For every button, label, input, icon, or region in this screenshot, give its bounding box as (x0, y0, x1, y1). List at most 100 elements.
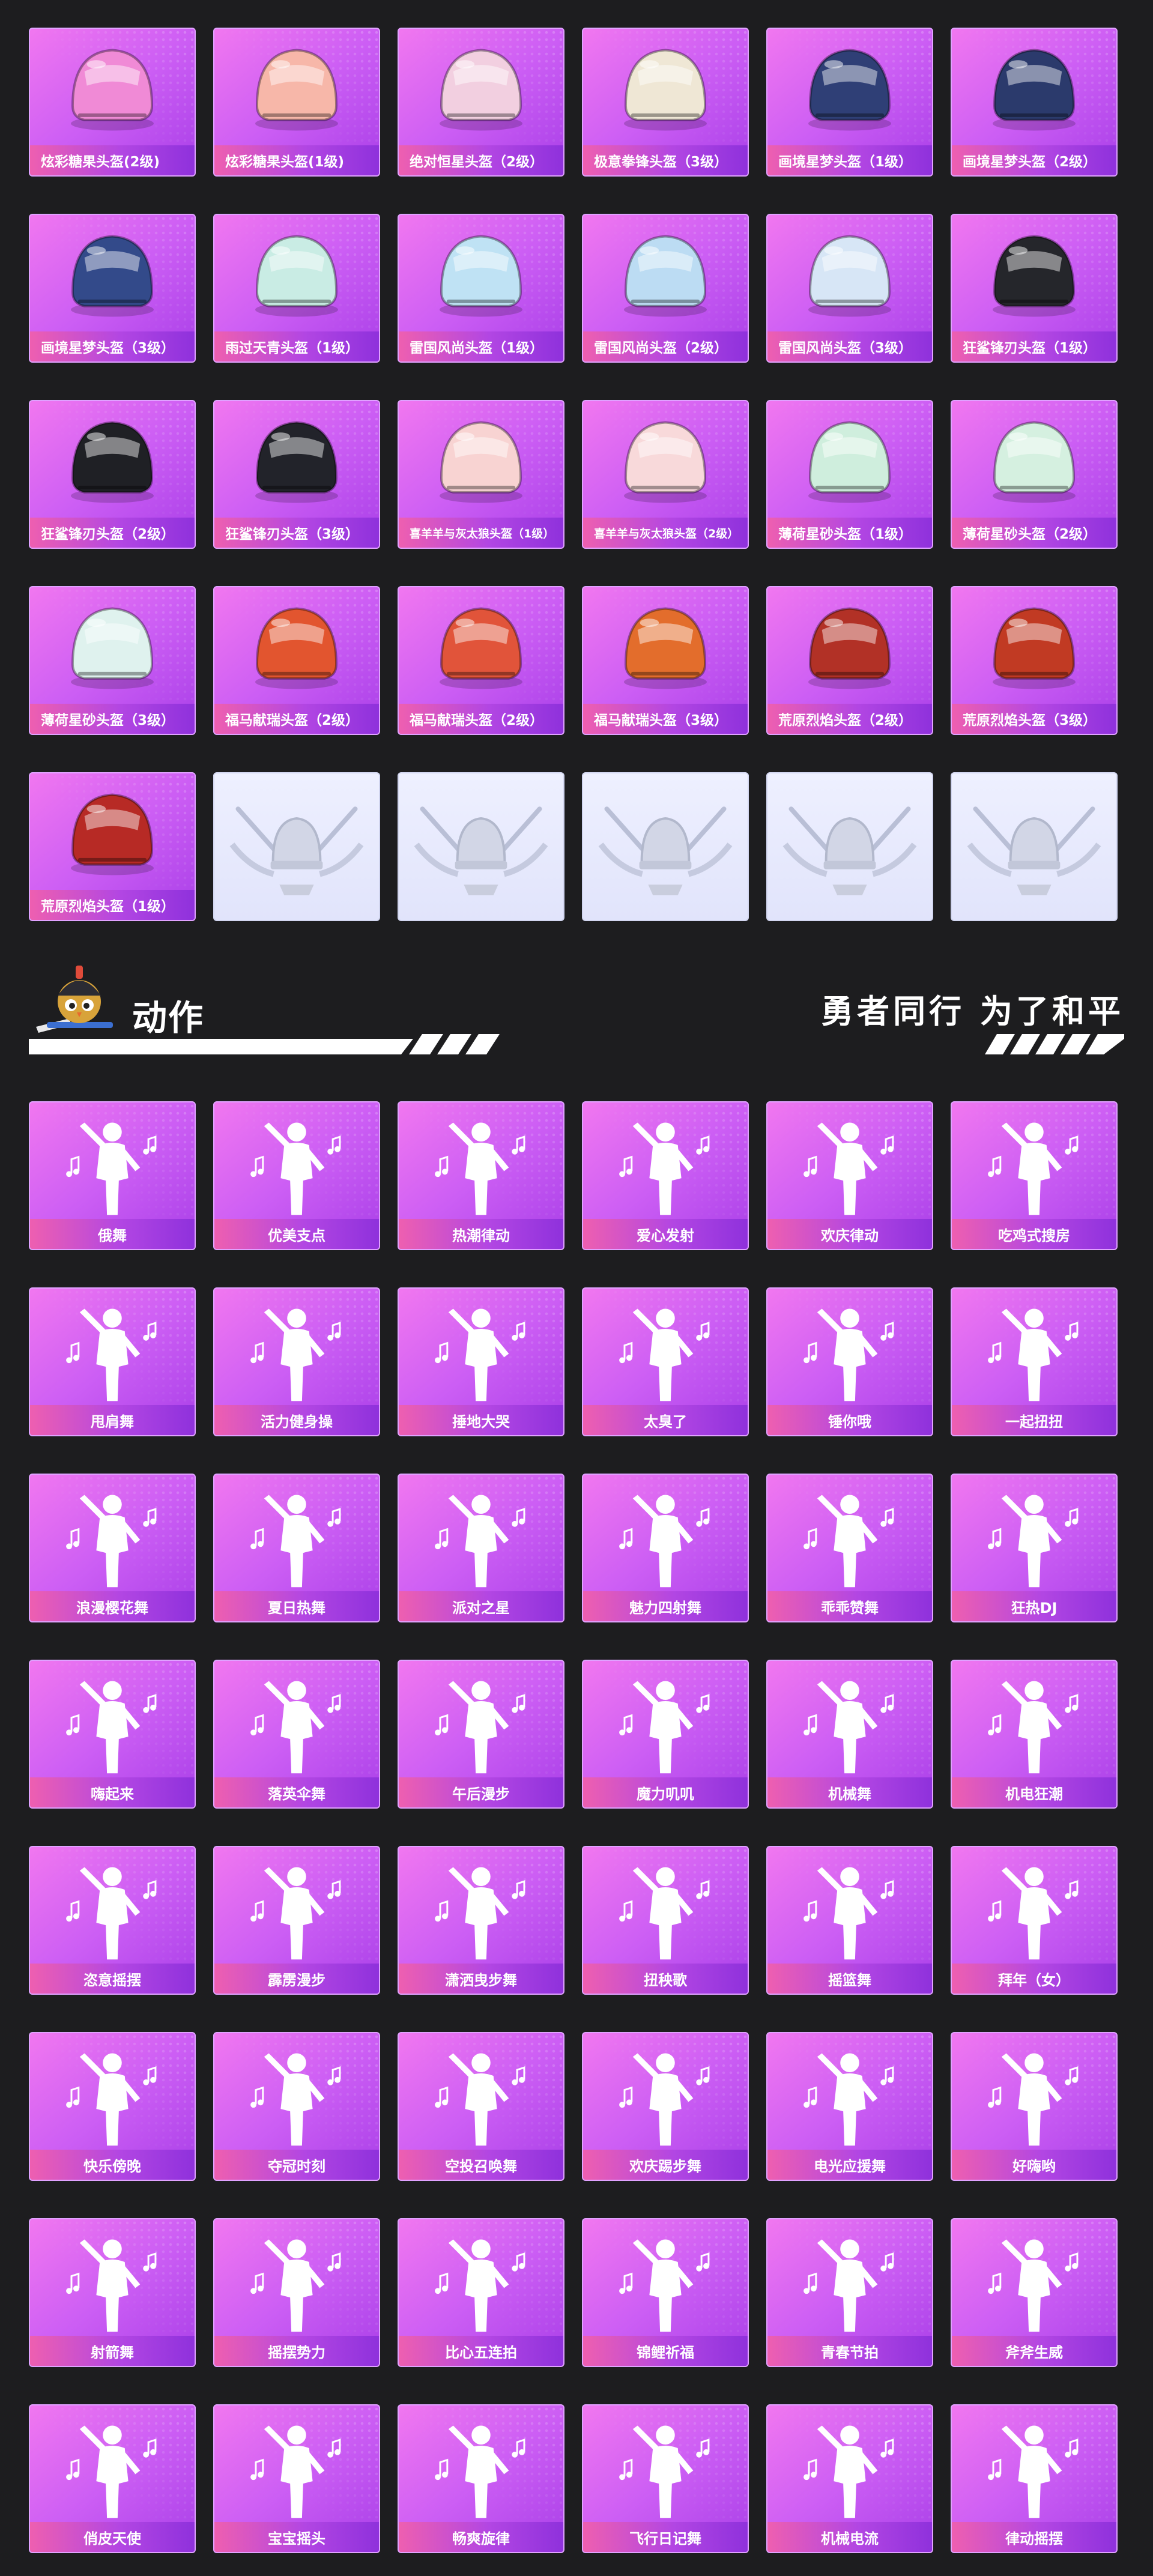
helmet-icon (71, 421, 154, 503)
emote-card[interactable]: 扭秧歌 (582, 1846, 749, 1995)
helmet-card[interactable]: 荒原烈焰头盔（1级） (29, 772, 196, 921)
helmet-icon (808, 607, 891, 689)
emote-card[interactable]: 电光应援舞 (766, 2032, 933, 2181)
emote-card[interactable]: 机电狂潮 (951, 1660, 1118, 1809)
helmet-icon (440, 235, 522, 317)
emote-card[interactable]: 浪漫樱花舞 (29, 1474, 196, 1622)
helmet-card-label: 雷国风尚头盔（3级） (767, 331, 932, 361)
helmet-card[interactable]: 福马献瑞头盔（3级） (582, 586, 749, 735)
emote-card[interactable]: 机械电流 (766, 2404, 933, 2553)
emote-card[interactable]: 落英伞舞 (213, 1660, 380, 1809)
helmet-card[interactable]: 雷国风尚头盔（2级） (582, 214, 749, 363)
helmet-card[interactable]: 狂鲨锋刃头盔（2级） (29, 400, 196, 549)
emote-card[interactable]: 锤你哦 (766, 1287, 933, 1436)
helmet-card[interactable]: 雷国风尚头盔（1级） (398, 214, 564, 363)
helmet-card[interactable]: 画境星梦头盔（1级） (766, 28, 933, 177)
emote-card[interactable]: 午后漫步 (398, 1660, 564, 1809)
emote-card[interactable]: 一起扭扭 (951, 1287, 1118, 1436)
emote-card[interactable]: 律动摇摆 (951, 2404, 1118, 2553)
emote-card[interactable]: 嗨起来 (29, 1660, 196, 1809)
helmet-icon (71, 235, 154, 317)
emote-card[interactable]: 锦鲤祈福 (582, 2218, 749, 2367)
emote-card[interactable]: 魅力四射舞 (582, 1474, 749, 1622)
emote-card[interactable]: 甩肩舞 (29, 1287, 196, 1436)
helmet-card-label: 画境星梦头盔（2级） (952, 145, 1116, 175)
emote-card[interactable]: 派对之星 (398, 1474, 564, 1622)
helmet-card[interactable]: 炫彩糖果头盔(1级) (213, 28, 380, 177)
emote-card[interactable]: 乖乖赞舞 (766, 1474, 933, 1622)
dancer-silhouette-icon (619, 1681, 710, 1774)
emote-card[interactable]: 俏皮天使 (29, 2404, 196, 2553)
dancer-silhouette-icon (803, 1681, 894, 1774)
emote-card[interactable]: 欢庆律动 (766, 1101, 933, 1250)
helmet-card-label: 画境星梦头盔（1级） (767, 145, 932, 175)
helmet-card[interactable]: 画境星梦头盔（2级） (951, 28, 1118, 177)
emote-card[interactable]: 摇摆势力 (213, 2218, 380, 2367)
helmet-card[interactable]: 狂鲨锋刃头盔（3级） (213, 400, 380, 549)
emote-card[interactable]: 捶地大哭 (398, 1287, 564, 1436)
emote-card[interactable]: 恣意摇摆 (29, 1846, 196, 1995)
slogan: 勇者同行 为了和平 (821, 993, 1124, 1030)
helmet-card[interactable]: 喜羊羊与灰太狼头盔（2级） (582, 400, 749, 549)
dancer-silhouette-icon (435, 1495, 525, 1588)
emote-card[interactable]: 空投召唤舞 (398, 2032, 564, 2181)
emote-card[interactable]: 吃鸡式搜房 (951, 1101, 1118, 1250)
helmet-card[interactable]: 狂鲨锋刃头盔（1级） (951, 214, 1118, 363)
helmet-card[interactable]: 福马献瑞头盔（2级） (398, 586, 564, 735)
emote-card[interactable]: 霹雳漫步 (213, 1846, 380, 1995)
emote-card-label: 摇篮舞 (767, 1964, 932, 1994)
emote-card[interactable]: 夏日热舞 (213, 1474, 380, 1622)
helmet-card-label: 荒原烈焰头盔（3级） (952, 704, 1116, 734)
emote-card-label: 霹雳漫步 (214, 1964, 379, 1994)
helmet-card[interactable]: 喜羊羊与灰太狼头盔（1级） (398, 400, 564, 549)
emote-card[interactable]: 夺冠时刻 (213, 2032, 380, 2181)
helmet-card[interactable]: 荒原烈焰头盔（3级） (951, 586, 1118, 735)
emote-card[interactable]: 机械舞 (766, 1660, 933, 1809)
emote-card-label: 快乐傍晚 (30, 2150, 195, 2180)
emote-card-label: 射箭舞 (30, 2336, 195, 2366)
helmet-card[interactable]: 画境星梦头盔（3级） (29, 214, 196, 363)
helmet-card[interactable]: 福马献瑞头盔（2级） (213, 586, 380, 735)
emote-card[interactable]: 拜年（女） (951, 1846, 1118, 1995)
helmet-card-label: 雷国风尚头盔（2级） (583, 331, 748, 361)
helmet-card[interactable]: 绝对恒星头盔（2级） (398, 28, 564, 177)
emote-card[interactable]: 活力健身操 (213, 1287, 380, 1436)
emote-card[interactable]: 宝宝摇头 (213, 2404, 380, 2553)
emote-card[interactable]: 魔力叽叽 (582, 1660, 749, 1809)
helmet-card[interactable]: 雨过天青头盔（1级） (213, 214, 380, 363)
emote-card[interactable]: 斧斧生威 (951, 2218, 1118, 2367)
helmet-card-label: 薄荷星砂头盔（1级） (767, 518, 932, 548)
helmet-card[interactable]: 极意拳锋头盔（3级） (582, 28, 749, 177)
emote-card-label: 空投召唤舞 (399, 2150, 563, 2180)
emote-card[interactable]: 飞行日记舞 (582, 2404, 749, 2553)
helmet-card-label: 荒原烈焰头盔（2级） (767, 704, 932, 734)
dancer-silhouette-icon (803, 1867, 894, 1960)
emote-card[interactable]: 俄舞 (29, 1101, 196, 1250)
emote-card[interactable]: 太臭了 (582, 1287, 749, 1436)
emote-card[interactable]: 摇篮舞 (766, 1846, 933, 1995)
emote-card[interactable]: 比心五连拍 (398, 2218, 564, 2367)
helmet-card[interactable]: 薄荷星砂头盔（1级） (766, 400, 933, 549)
emote-card-label: 欢庆踢步舞 (583, 2150, 748, 2180)
emote-card[interactable]: 畅爽旋律 (398, 2404, 564, 2553)
helmet-card[interactable]: 荒原烈焰头盔（2级） (766, 586, 933, 735)
helmet-card-label: 绝对恒星头盔（2级） (399, 145, 563, 175)
helmet-card[interactable]: 薄荷星砂头盔（3级） (29, 586, 196, 735)
helmet-emblem-icon (782, 806, 917, 896)
helmet-card[interactable]: 雷国风尚头盔（3级） (766, 214, 933, 363)
dancer-silhouette-icon (435, 2239, 525, 2332)
helmet-card[interactable]: 炫彩糖果头盔(2级) (29, 28, 196, 177)
emote-card[interactable]: 好嗨哟 (951, 2032, 1118, 2181)
emote-card[interactable]: 热潮律动 (398, 1101, 564, 1250)
helmet-card-label: 炫彩糖果头盔(2级) (30, 145, 195, 175)
emote-card[interactable]: 快乐傍晚 (29, 2032, 196, 2181)
emote-card[interactable]: 潇洒曳步舞 (398, 1846, 564, 1995)
emote-card[interactable]: 优美支点 (213, 1101, 380, 1250)
helmet-card-label: 雷国风尚头盔（1级） (399, 331, 563, 361)
emote-card[interactable]: 射箭舞 (29, 2218, 196, 2367)
emote-card[interactable]: 爱心发射 (582, 1101, 749, 1250)
emote-card[interactable]: 青春节拍 (766, 2218, 933, 2367)
emote-card[interactable]: 欢庆踢步舞 (582, 2032, 749, 2181)
emote-card[interactable]: 狂热DJ (951, 1474, 1118, 1622)
helmet-card[interactable]: 薄荷星砂头盔（2级） (951, 400, 1118, 549)
